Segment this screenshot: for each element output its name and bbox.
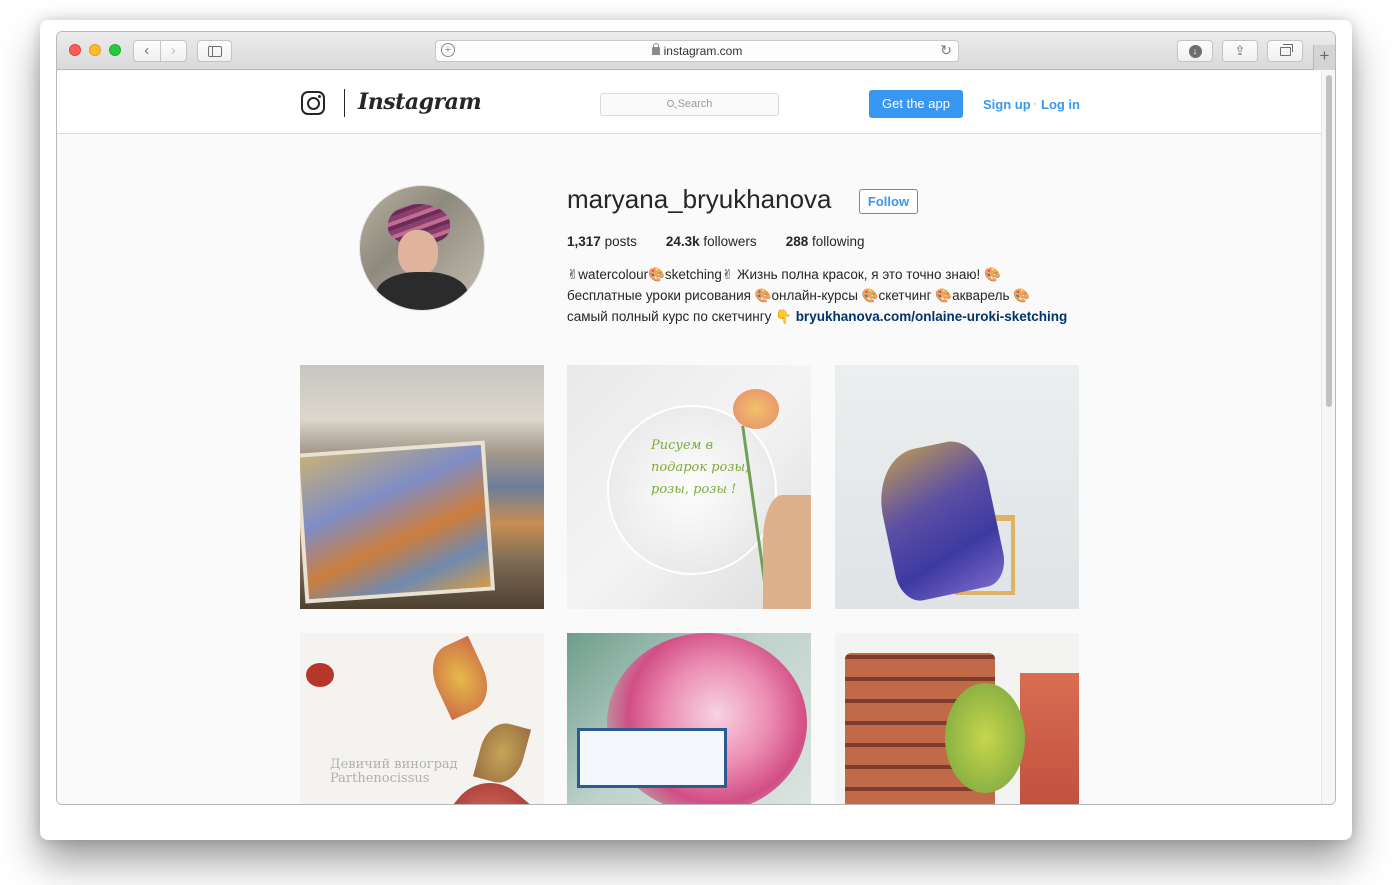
browser-window: ‹ › + instagram.com ↻ ↓ ⇪ + Instagram Se… [56, 31, 1336, 805]
post-overlay-text: Рисуем в подарок розы, розы, розы ! [651, 438, 750, 497]
bio-line-1: ✌watercolour🎨sketching✌ Жизнь полна крас… [567, 267, 1001, 282]
watercolor-card [577, 728, 727, 788]
address-bar[interactable]: + instagram.com ↻ [435, 40, 959, 62]
posts-stat: 1,317 posts [567, 234, 637, 249]
bio-line-2: бесплатные уроки рисования 🎨онлайн-курсы… [567, 288, 1031, 303]
link-separator: · [1033, 98, 1037, 110]
minimize-window-button[interactable] [89, 44, 101, 56]
follow-button[interactable]: Follow [859, 189, 918, 214]
post-thumbnail[interactable] [835, 365, 1079, 609]
tabs-icon [1279, 43, 1293, 56]
following-label: following [811, 234, 865, 249]
logo-divider [344, 89, 345, 117]
caption-line-2: Parthenocissus [330, 771, 430, 786]
tree-sketch [945, 683, 1025, 793]
show-tabs-button[interactable] [1267, 40, 1303, 62]
reload-button[interactable]: ↻ [940, 42, 952, 59]
posts-count: 1,317 [567, 234, 601, 249]
profile-avatar[interactable] [359, 185, 485, 311]
download-icon: ↓ [1188, 44, 1202, 58]
downloads-button[interactable]: ↓ [1177, 40, 1213, 62]
search-placeholder: Search [677, 98, 713, 110]
sign-up-link[interactable]: Sign up [983, 97, 1031, 112]
nav-button-group: ‹ › [133, 40, 187, 62]
caption-line-1: Девичий виноград [330, 757, 458, 772]
post-thumbnail[interactable] [567, 633, 811, 804]
bio-website-link[interactable]: bryukhanova.com/onlaine-uroki-sketching [796, 309, 1068, 324]
followers-count: 24.3k [665, 234, 700, 249]
bio-line-3: самый полный курс по скетчингу 👇 bryukha… [567, 306, 1087, 327]
search-input[interactable]: Search [600, 93, 779, 116]
instagram-camera-icon[interactable] [301, 91, 325, 115]
log-in-link[interactable]: Log in [1041, 97, 1080, 112]
avatar-face [398, 230, 438, 276]
post-thumbnail[interactable]: Рисуем в подарок розы, розы, розы ! [567, 365, 811, 609]
share-button[interactable]: ⇪ [1222, 40, 1258, 62]
posts-label: posts [604, 234, 637, 249]
followers-label: followers [703, 234, 757, 249]
post-thumbnail[interactable]: Девичий виноград Parthenocissus [300, 633, 544, 804]
painting-hand [763, 495, 811, 609]
search-icon [666, 100, 674, 107]
forward-button[interactable]: › [159, 41, 187, 61]
page-content: Instagram Search Get the app Sign up · L… [57, 71, 1323, 804]
botanical-caption: Девичий виноград Parthenocissus [330, 758, 458, 786]
post-thumbnail[interactable] [300, 365, 544, 609]
watercolor-landscape-painting [300, 440, 496, 604]
seated-figure-sketch [870, 435, 1010, 605]
lock-icon [651, 43, 660, 55]
post-thumbnail[interactable] [835, 633, 1079, 804]
sidebar-icon [207, 45, 222, 57]
new-tab-button[interactable]: + [1313, 45, 1335, 70]
profile-bio: ✌watercolour🎨sketching✌ Жизнь полна крас… [567, 264, 1087, 327]
close-window-button[interactable] [69, 44, 81, 56]
zoom-window-button[interactable] [109, 44, 121, 56]
url-text: instagram.com [663, 44, 743, 58]
autumn-leaf [422, 635, 498, 721]
scrollbar-thumb[interactable] [1326, 75, 1332, 407]
following-stat[interactable]: 288 following [786, 234, 865, 249]
red-building-sketch [1020, 673, 1079, 804]
sidebar-toggle-button[interactable] [197, 40, 232, 62]
followers-stat[interactable]: 24.3k followers [666, 234, 757, 249]
address-text-wrap: instagram.com [436, 43, 958, 58]
avatar-body [376, 272, 468, 310]
following-count: 288 [785, 234, 809, 249]
instagram-header: Instagram Search Get the app Sign up · L… [57, 71, 1323, 134]
browser-toolbar: ‹ › + instagram.com ↻ ↓ ⇪ + [57, 32, 1335, 70]
profile-stats: 1,317 posts 24.3k followers 288 followin… [567, 234, 894, 249]
profile-username: maryana_bryukhanova [567, 184, 832, 214]
rosehip-berry [306, 663, 334, 687]
autumn-leaf [472, 718, 532, 788]
bio-line-3-text: самый полный курс по скетчингу 👇 [567, 309, 796, 324]
page-scrollbar[interactable] [1321, 71, 1335, 804]
get-app-button[interactable]: Get the app [869, 90, 963, 118]
instagram-wordmark[interactable]: Instagram [358, 89, 482, 115]
back-button[interactable]: ‹ [134, 41, 160, 61]
rose-flower [733, 389, 779, 429]
